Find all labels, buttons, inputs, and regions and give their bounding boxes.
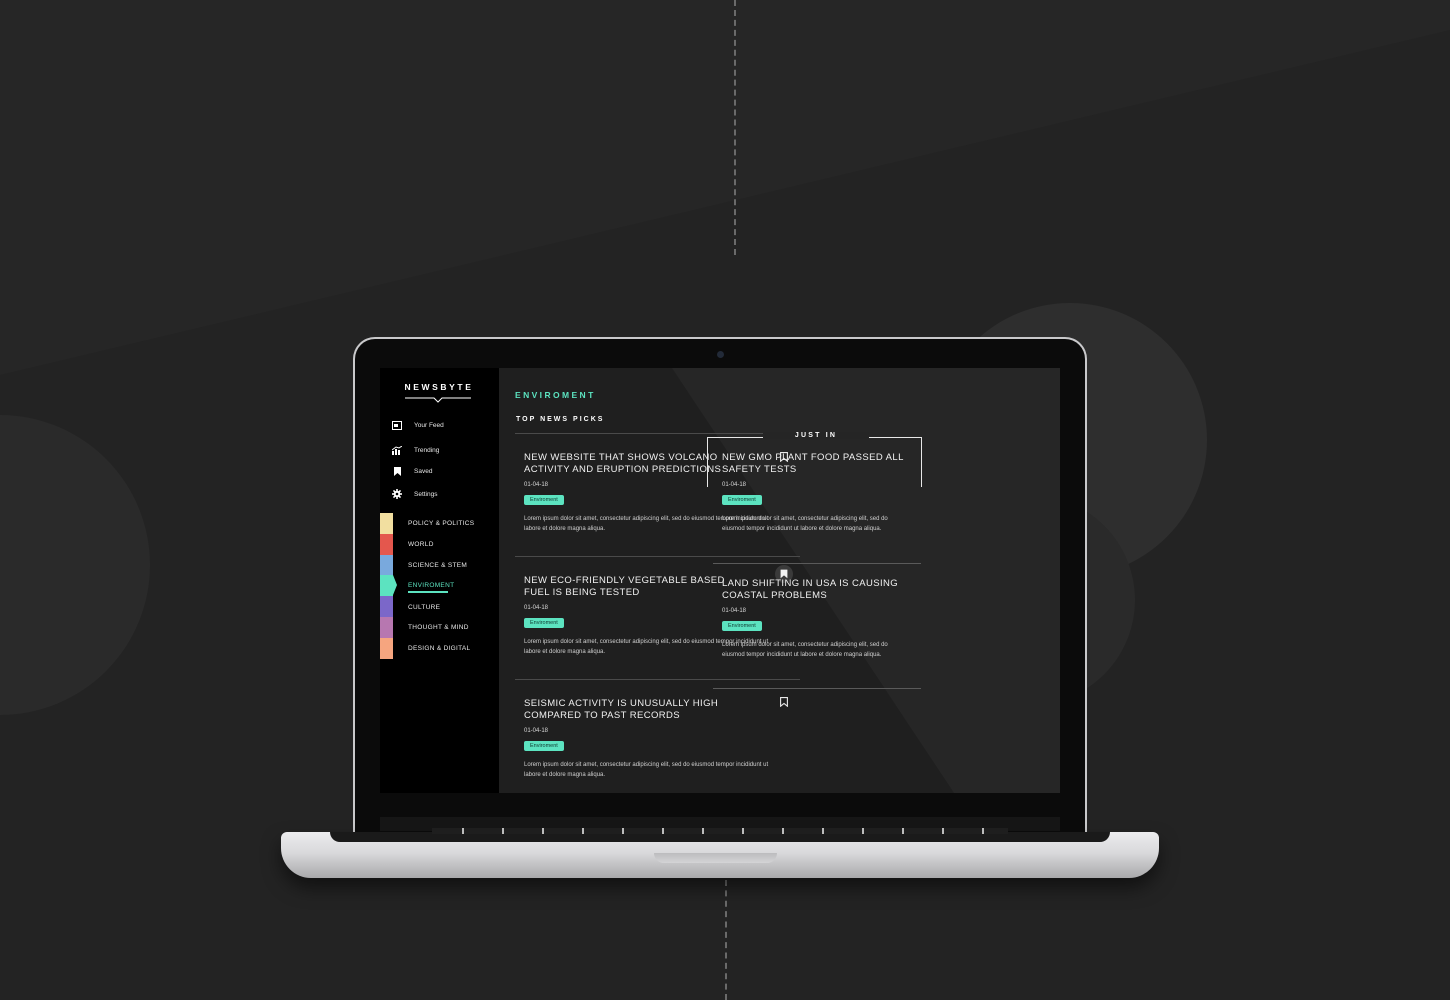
bookmark-outline-icon bbox=[780, 697, 788, 707]
category-thought-mind[interactable]: THOUGHT & MIND bbox=[408, 624, 469, 631]
laptop-notch bbox=[654, 853, 777, 863]
category-enviroment[interactable]: ENVIROMENT bbox=[408, 582, 454, 589]
top-news-heading: TOP NEWS PICKS bbox=[516, 416, 605, 423]
trending-icon bbox=[392, 445, 402, 455]
feed-icon bbox=[392, 420, 402, 430]
category-color-enviroment bbox=[380, 575, 393, 596]
article-date: 01-04-18 bbox=[722, 482, 747, 488]
nav-settings[interactable]: Settings bbox=[392, 487, 438, 501]
nav-settings-label: Settings bbox=[414, 490, 438, 498]
category-tag[interactable]: Enviroment bbox=[722, 621, 762, 631]
category-color-culture bbox=[380, 596, 393, 617]
article-summary: Lorem ipsum dolor sit amet, consectetur … bbox=[722, 516, 888, 532]
category-tag[interactable]: Enviroment bbox=[524, 741, 564, 751]
dashed-guide-bottom bbox=[725, 880, 727, 1000]
keyboard-keys bbox=[432, 828, 1008, 834]
category-culture[interactable]: CULTURE bbox=[408, 604, 440, 611]
article-title[interactable]: LAND SHIFTING IN USA IS CAUSING COASTAL … bbox=[722, 578, 912, 602]
nav-trending-label: Trending bbox=[414, 446, 440, 454]
divider bbox=[515, 433, 800, 434]
article-date: 01-04-18 bbox=[524, 728, 549, 734]
article-title[interactable]: NEW ECO-FRIENDLY VEGETABLE BASED FUEL IS… bbox=[524, 575, 739, 599]
sidebar: NEWSBYTE Your Feed Trending Saved Settin… bbox=[380, 368, 499, 793]
divider bbox=[713, 563, 921, 564]
dashed-guide-top bbox=[734, 0, 736, 255]
active-category-underline bbox=[408, 591, 448, 593]
article-card[interactable]: SEISMIC ACTIVITY IS UNUSUALLY HIGH COMPA… bbox=[524, 698, 774, 780]
category-world[interactable]: WORLD bbox=[408, 541, 434, 548]
nav-trending[interactable]: Trending bbox=[392, 443, 439, 457]
active-category-arrow bbox=[393, 575, 397, 595]
article-title[interactable]: SEISMIC ACTIVITY IS UNUSUALLY HIGH COMPA… bbox=[524, 698, 739, 722]
nav-your-feed-label: Your Feed bbox=[414, 421, 444, 429]
category-tag[interactable]: Enviroment bbox=[524, 495, 564, 505]
main-content: ENVIROMENT TOP NEWS PICKS NEW WEBSITE TH… bbox=[499, 368, 1060, 793]
divider bbox=[515, 679, 800, 680]
article-date: 01-04-18 bbox=[722, 608, 747, 614]
logo-underline-icon bbox=[405, 397, 471, 403]
app-logo[interactable]: NEWSBYTE bbox=[404, 382, 474, 392]
just-in-article[interactable]: NEW GMO PLANT FOOD PASSED ALL SAFETY TES… bbox=[722, 452, 912, 534]
category-color-policy bbox=[380, 513, 393, 534]
bookmark-icon bbox=[392, 466, 402, 476]
divider bbox=[515, 556, 800, 557]
app-screen: NEWSBYTE Your Feed Trending Saved Settin… bbox=[380, 368, 1060, 793]
just-in-article[interactable]: LAND SHIFTING IN USA IS CAUSING COASTAL … bbox=[722, 578, 912, 660]
gear-icon bbox=[392, 489, 402, 499]
category-design-digital[interactable]: DESIGN & DIGITAL bbox=[408, 645, 470, 652]
bookmark-button[interactable] bbox=[775, 693, 793, 711]
nav-your-feed[interactable]: Your Feed bbox=[392, 418, 444, 432]
category-tag[interactable]: Enviroment bbox=[524, 618, 564, 628]
category-policy-politics[interactable]: POLICY & POLITICS bbox=[408, 520, 474, 527]
category-tag[interactable]: Enviroment bbox=[722, 495, 762, 505]
camera-icon bbox=[717, 351, 724, 358]
category-color-design bbox=[380, 638, 393, 659]
nav-saved[interactable]: Saved bbox=[392, 464, 432, 478]
section-title: ENVIROMENT bbox=[515, 390, 596, 400]
category-color-world bbox=[380, 534, 393, 555]
category-science-stem[interactable]: SCIENCE & STEM bbox=[408, 562, 467, 569]
article-summary: Lorem ipsum dolor sit amet, consectetur … bbox=[722, 642, 888, 658]
nav-saved-label: Saved bbox=[414, 467, 433, 475]
category-color-thought bbox=[380, 617, 393, 638]
just-in-heading: JUST IN bbox=[763, 432, 869, 439]
divider bbox=[713, 688, 921, 689]
article-title[interactable]: NEW GMO PLANT FOOD PASSED ALL SAFETY TES… bbox=[722, 452, 912, 476]
category-color-science bbox=[380, 555, 393, 576]
article-summary: Lorem ipsum dolor sit amet, consectetur … bbox=[524, 762, 769, 778]
